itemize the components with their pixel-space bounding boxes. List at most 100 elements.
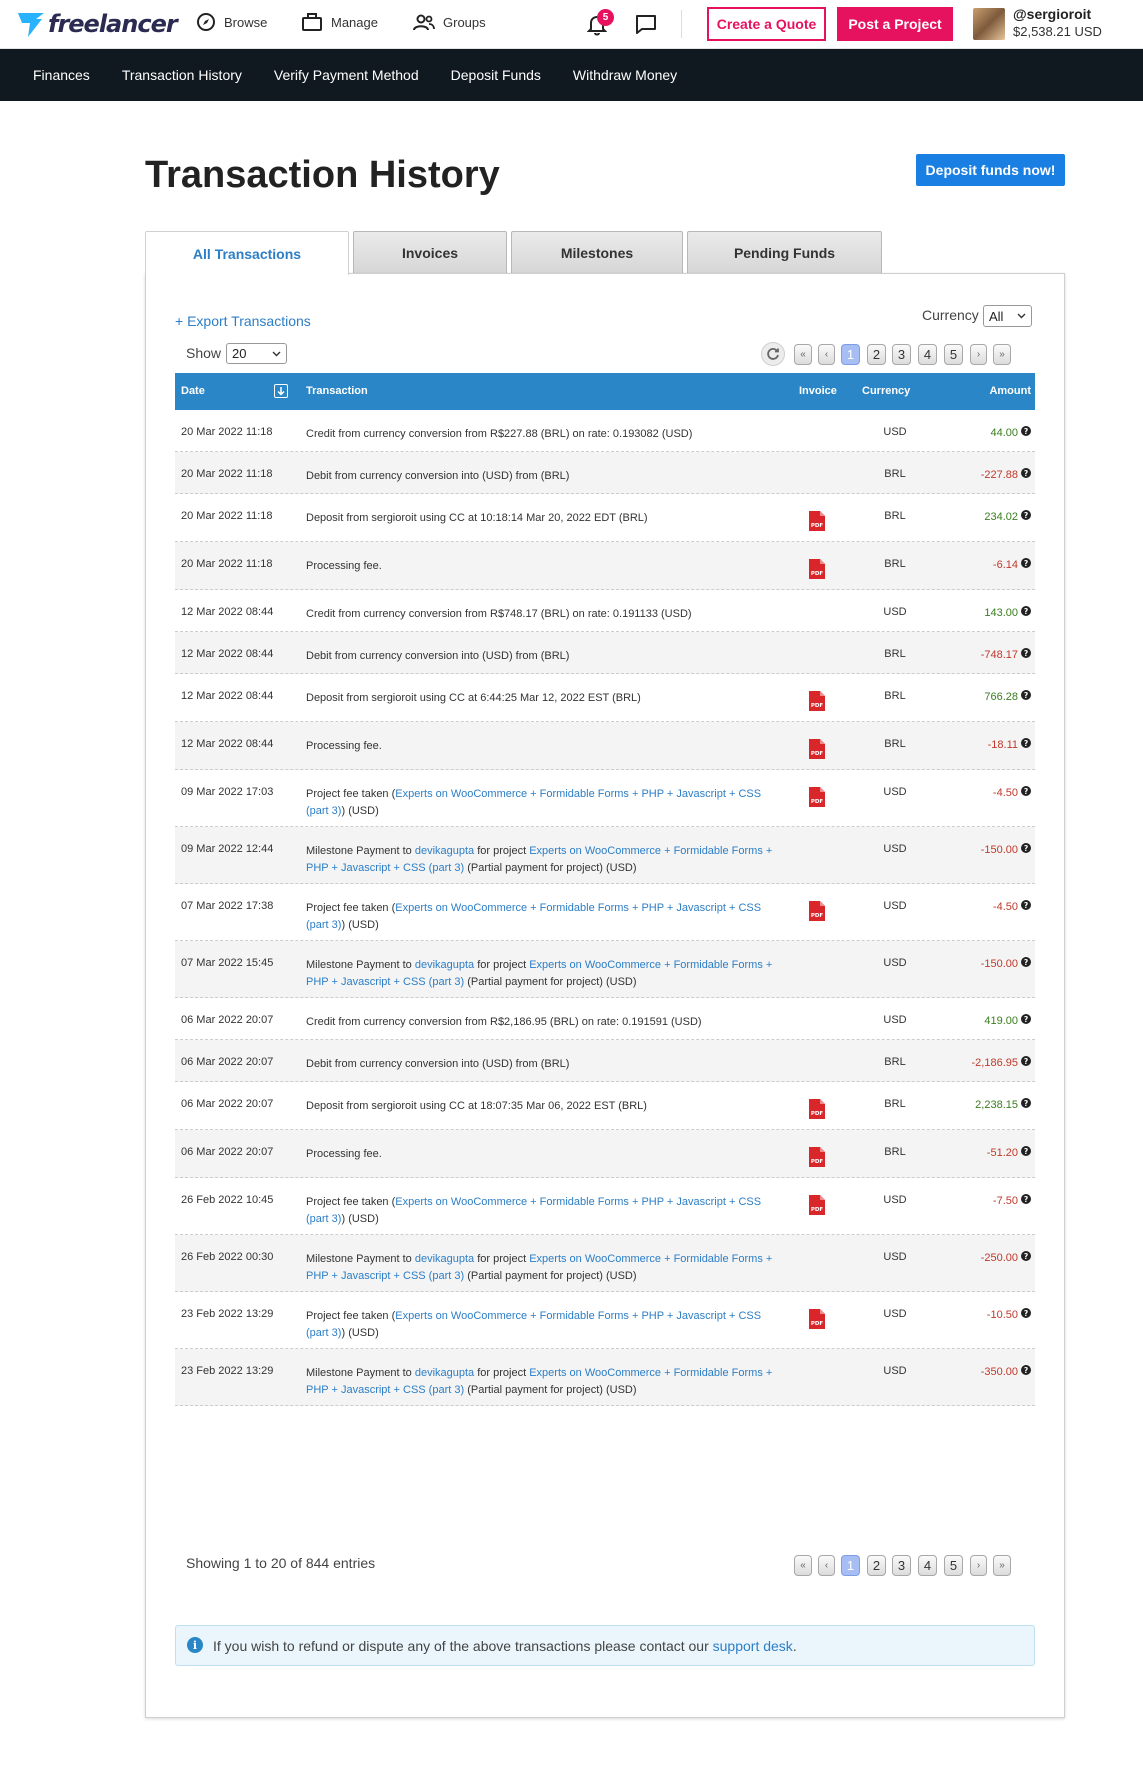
messages-button[interactable]: [635, 13, 657, 40]
amount-value: -18.11: [987, 738, 1018, 751]
subnav-deposit-funds[interactable]: Deposit Funds: [451, 67, 541, 83]
help-icon[interactable]: ?: [1021, 1308, 1031, 1321]
transaction-link[interactable]: devikagupta: [415, 845, 474, 857]
help-icon[interactable]: ?: [1021, 900, 1031, 913]
pagination-page-2[interactable]: 2: [867, 344, 886, 365]
svg-text:PDF: PDF: [811, 703, 824, 709]
subnav-withdraw-money[interactable]: Withdraw Money: [573, 67, 677, 83]
nav-browse[interactable]: Browse: [196, 12, 267, 32]
help-icon[interactable]: ?: [1021, 648, 1031, 661]
row-currency: BRL: [884, 468, 906, 480]
help-icon[interactable]: ?: [1021, 1146, 1031, 1159]
pagination-page-5[interactable]: 5: [944, 344, 963, 365]
transaction-text: Credit from currency conversion from R$2…: [306, 428, 693, 440]
pagination-next[interactable]: ›: [970, 1555, 987, 1576]
tab-all-transactions[interactable]: All Transactions: [145, 231, 349, 275]
help-icon[interactable]: ?: [1021, 426, 1031, 439]
post-project-button[interactable]: Post a Project: [837, 7, 953, 41]
pagination-prev[interactable]: ‹: [818, 344, 835, 365]
invoice-pdf-button[interactable]: PDF: [808, 690, 826, 715]
row-transaction: Deposit from sergioroit using CC at 6:44…: [306, 690, 786, 707]
invoice-pdf-button[interactable]: PDF: [808, 786, 826, 811]
invoice-pdf-button[interactable]: PDF: [808, 510, 826, 535]
help-icon[interactable]: ?: [1021, 1251, 1031, 1264]
invoice-pdf-button[interactable]: PDF: [808, 738, 826, 763]
pagination-page-2[interactable]: 2: [867, 1555, 886, 1576]
pagination-last[interactable]: »: [993, 1555, 1011, 1576]
transaction-text: Project fee taken (: [306, 788, 396, 800]
pagination-page-4[interactable]: 4: [918, 1555, 937, 1576]
nav-groups[interactable]: Groups: [413, 12, 486, 32]
help-icon[interactable]: ?: [1021, 1014, 1031, 1027]
refresh-button[interactable]: [761, 342, 785, 366]
page-size-select[interactable]: 20: [226, 343, 287, 364]
invoice-pdf-button[interactable]: PDF: [808, 1146, 826, 1171]
help-icon[interactable]: ?: [1021, 510, 1031, 523]
compass-icon: [197, 13, 215, 31]
freelancer-logo[interactable]: freelancer: [16, 6, 178, 42]
row-date: 20 Mar 2022 11:18: [181, 558, 273, 570]
pdf-icon: PDF: [809, 1195, 825, 1215]
username[interactable]: @sergioroit: [1013, 6, 1091, 22]
pagination-page-3[interactable]: 3: [892, 344, 911, 365]
support-desk-link[interactable]: support desk: [713, 1638, 793, 1654]
pagination-prev[interactable]: ‹: [818, 1555, 835, 1576]
pagination-page-1[interactable]: 1: [841, 344, 860, 365]
help-icon[interactable]: ?: [1021, 606, 1031, 619]
row-currency: USD: [883, 426, 907, 438]
table-row: 12 Mar 2022 08:44 Deposit from sergioroit…: [175, 674, 1035, 722]
pagination-page-5[interactable]: 5: [944, 1555, 963, 1576]
chevron-down-icon: [272, 351, 281, 356]
transaction-link[interactable]: devikagupta: [415, 1253, 474, 1265]
transaction-text: Milestone Payment to: [306, 959, 415, 971]
help-icon[interactable]: ?: [1021, 738, 1031, 751]
help-icon[interactable]: ?: [1021, 957, 1031, 970]
help-icon[interactable]: ?: [1021, 1098, 1031, 1111]
pagination-first[interactable]: «: [794, 1555, 812, 1576]
row-transaction: Project fee taken (Experts on WooCommerc…: [306, 900, 786, 934]
tab-invoices[interactable]: Invoices: [353, 231, 507, 274]
row-amount: 44.00?: [990, 426, 1031, 439]
help-icon[interactable]: ?: [1021, 690, 1031, 703]
svg-text:PDF: PDF: [811, 1159, 824, 1165]
help-icon[interactable]: ?: [1021, 843, 1031, 856]
pdf-icon: PDF: [809, 691, 825, 711]
pagination-page-3[interactable]: 3: [892, 1555, 911, 1576]
help-icon[interactable]: ?: [1021, 1056, 1031, 1069]
pagination-first[interactable]: «: [794, 344, 812, 365]
sort-icon[interactable]: [274, 384, 288, 398]
pagination-last[interactable]: »: [993, 344, 1011, 365]
deposit-funds-button[interactable]: Deposit funds now!: [916, 154, 1065, 186]
help-icon[interactable]: ?: [1021, 1365, 1031, 1378]
row-transaction: Project fee taken (Experts on WooCommerc…: [306, 786, 786, 820]
avatar[interactable]: [973, 8, 1005, 40]
pagination-page-4[interactable]: 4: [918, 344, 937, 365]
transaction-link[interactable]: devikagupta: [415, 1367, 474, 1379]
invoice-pdf-button[interactable]: PDF: [808, 1308, 826, 1333]
subnav-transaction-history[interactable]: Transaction History: [122, 67, 242, 83]
pagination-page-1[interactable]: 1: [841, 1555, 860, 1576]
help-icon[interactable]: ?: [1021, 468, 1031, 481]
transaction-link[interactable]: devikagupta: [415, 959, 474, 971]
row-currency: USD: [883, 843, 907, 855]
invoice-pdf-button[interactable]: PDF: [808, 1098, 826, 1123]
tab-pending-funds[interactable]: Pending Funds: [687, 231, 882, 274]
svg-text:?: ?: [1024, 649, 1028, 658]
invoice-pdf-button[interactable]: PDF: [808, 558, 826, 583]
invoice-pdf-button[interactable]: PDF: [808, 1194, 826, 1219]
create-quote-button[interactable]: Create a Quote: [707, 7, 826, 41]
transaction-text: (Partial payment for project) (USD): [464, 1384, 637, 1396]
nav-manage[interactable]: Manage: [301, 12, 378, 32]
pdf-icon: PDF: [809, 787, 825, 807]
invoice-pdf-button[interactable]: PDF: [808, 900, 826, 925]
currency-select[interactable]: All: [983, 305, 1032, 327]
col-date[interactable]: Date: [181, 385, 205, 397]
export-transactions-link[interactable]: + Export Transactions: [175, 313, 311, 329]
pagination-next[interactable]: ›: [970, 344, 987, 365]
tab-milestones[interactable]: Milestones: [511, 231, 683, 274]
help-icon[interactable]: ?: [1021, 558, 1031, 571]
help-icon[interactable]: ?: [1021, 786, 1031, 799]
help-icon[interactable]: ?: [1021, 1194, 1031, 1207]
subnav-verify-payment[interactable]: Verify Payment Method: [274, 67, 419, 83]
subnav-finances[interactable]: Finances: [33, 67, 90, 83]
